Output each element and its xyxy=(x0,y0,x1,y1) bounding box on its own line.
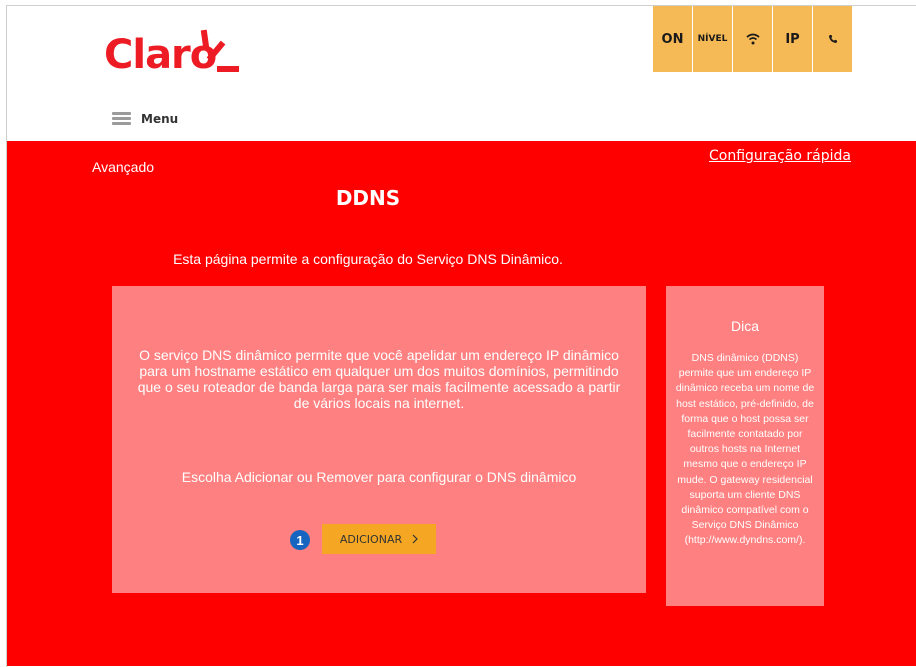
wifi-icon xyxy=(745,33,760,45)
page-title: DDNS xyxy=(335,186,401,210)
menu-label: Menu xyxy=(141,112,179,126)
add-button-label: ADICIONAR xyxy=(339,532,403,546)
phone-icon xyxy=(828,35,837,43)
status-wifi[interactable] xyxy=(733,6,772,72)
chevron-right-icon xyxy=(412,534,418,544)
status-bar: ON NÍVEL IP xyxy=(653,6,853,72)
menu-button[interactable]: Menu xyxy=(112,110,178,128)
ddns-instruction: Escolha Adicionar ou Remover para config… xyxy=(181,469,577,485)
quick-config-link[interactable]: Configuração rápida xyxy=(709,148,851,164)
tip-title: Dica xyxy=(730,318,759,334)
tip-panel: Dica DNS dinâmico (DDNS) permite que um … xyxy=(666,286,824,606)
step-badge: 1 xyxy=(290,530,310,550)
breadcrumb[interactable]: Avançado xyxy=(92,159,154,175)
claro-logo[interactable]: Claro xyxy=(104,24,264,84)
status-nivel[interactable]: NÍVEL xyxy=(693,6,732,72)
tip-text: DNS dinâmico (DDNS) permite que um ender… xyxy=(675,352,815,547)
page-subtitle: Esta página permite a configuração do Se… xyxy=(173,251,563,267)
add-button[interactable]: ADICIONAR xyxy=(322,524,436,554)
hamburger-icon xyxy=(112,112,131,126)
status-ip[interactable]: IP xyxy=(773,6,812,72)
ddns-panel: O serviço DNS dinâmico permite que você … xyxy=(112,286,646,593)
logo-sun-mark-icon xyxy=(200,29,239,72)
status-phone[interactable] xyxy=(813,6,852,72)
ddns-description: O serviço DNS dinâmico permite que você … xyxy=(137,347,621,411)
status-on[interactable]: ON xyxy=(653,6,692,72)
